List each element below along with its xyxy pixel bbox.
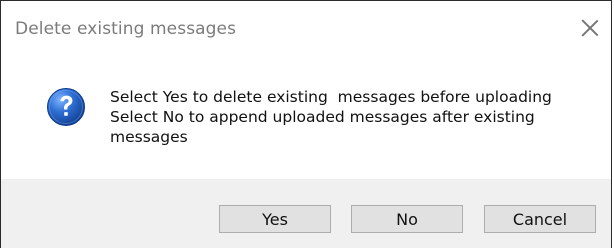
dialog-message: Select Yes to delete existing messages b… bbox=[110, 88, 552, 146]
cancel-button[interactable]: Cancel bbox=[484, 205, 596, 233]
dialog-content: Select Yes to delete existing messages b… bbox=[1, 49, 611, 179]
close-icon[interactable] bbox=[579, 17, 601, 39]
yes-button[interactable]: Yes bbox=[219, 205, 331, 233]
confirm-dialog: Delete existing messages Select Yes to d… bbox=[0, 0, 612, 248]
button-bar: Yes No Cancel bbox=[1, 179, 611, 248]
question-icon bbox=[47, 88, 85, 126]
dialog-title: Delete existing messages bbox=[15, 19, 237, 39]
no-button[interactable]: No bbox=[351, 205, 463, 233]
title-bar: Delete existing messages bbox=[1, 1, 611, 49]
